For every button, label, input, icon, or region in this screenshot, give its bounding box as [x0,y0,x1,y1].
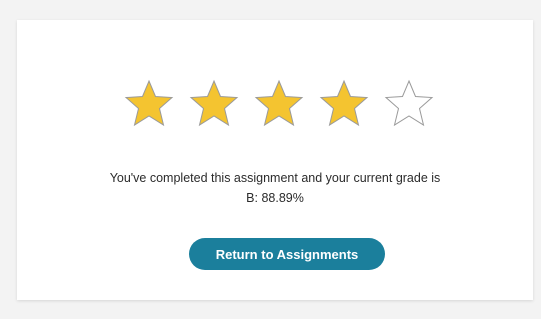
star-icon-1 [122,78,176,130]
grade-message: You've completed this assignment and you… [17,168,533,208]
star-shape [124,79,174,127]
star-shape [384,79,434,127]
star-shape [319,79,369,127]
return-to-assignments-button[interactable]: Return to Assignments [189,238,385,270]
screen-background: You've completed this assignment and you… [0,0,541,319]
completion-card: You've completed this assignment and you… [17,20,533,300]
star-icon-3 [252,78,306,130]
star-shape [189,79,239,127]
completion-text: You've completed this assignment and you… [109,171,441,185]
star-icon-2 [187,78,241,130]
star-rating [17,78,533,130]
star-icon-4 [317,78,371,130]
star-icon-5 [382,78,436,130]
star-shape [254,79,304,127]
grade-value: B: 88.89% [246,191,304,205]
